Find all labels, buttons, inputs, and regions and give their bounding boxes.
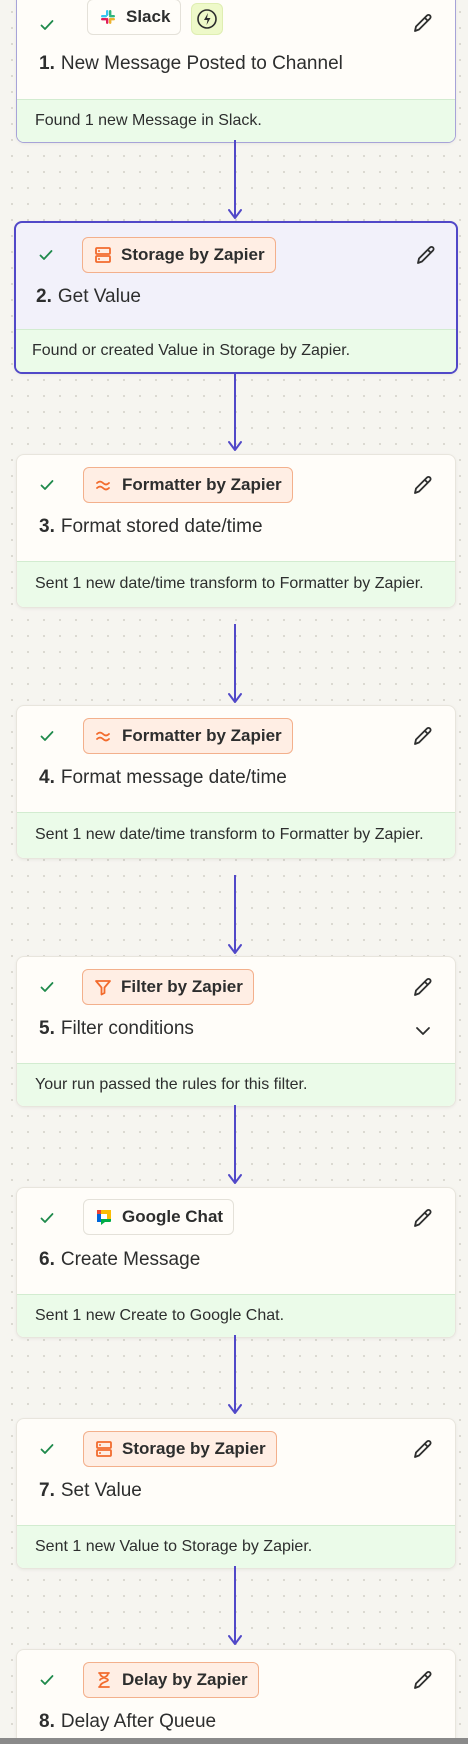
app-chip-google-chat[interactable]: Google Chat xyxy=(83,1199,235,1235)
hourglass-icon xyxy=(98,1672,110,1688)
edit-pencil-icon[interactable] xyxy=(411,1206,435,1230)
app-name: Storage by Zapier xyxy=(122,1439,266,1458)
app-chip-storage[interactable]: Storage by Zapier xyxy=(83,1431,277,1467)
check-icon xyxy=(40,731,54,741)
step-name: Filter conditions xyxy=(60,1018,194,1039)
slack-icon xyxy=(101,10,115,24)
edit-pencil-icon[interactable] xyxy=(411,975,435,999)
step-card-4[interactable]: Formatter by Zapier 4. Format message dat… xyxy=(16,705,456,859)
step-card-8[interactable]: Delay by Zapier 8. Delay After Queue xyxy=(16,1649,456,1744)
step-title: 5. Filter conditions xyxy=(39,1018,194,1040)
step-title: 6. Create Message xyxy=(39,1249,200,1271)
step-number: 5. xyxy=(39,1018,55,1039)
step-number: 2. xyxy=(36,286,52,307)
app-name: Formatter by Zapier xyxy=(122,475,282,494)
step-name: New Message Posted to Channel xyxy=(60,53,343,74)
app-name: Slack xyxy=(126,7,171,26)
step-title: 4. Format message date/time xyxy=(39,767,287,789)
app-chip-storage[interactable]: Storage by Zapier xyxy=(82,237,276,273)
step-name: Set Value xyxy=(60,1480,142,1501)
step-name: Format message date/time xyxy=(60,767,287,788)
step-title: 7. Set Value xyxy=(39,1480,142,1502)
step-status: Sent 1 new Value to Storage by Zapier. xyxy=(17,1525,455,1568)
step-status: Sent 1 new date/time transform to Format… xyxy=(17,812,455,858)
step-card-1[interactable]: Slack 1. New Message Posted to Channel Fo… xyxy=(16,0,456,143)
check-icon xyxy=(40,1675,54,1685)
step-number: 8. xyxy=(39,1711,55,1732)
check-icon xyxy=(40,480,54,490)
formatter-icon xyxy=(96,731,110,742)
trigger-badge xyxy=(191,3,223,35)
step-name: Format stored date/time xyxy=(60,516,263,537)
step-title: 3. Format stored date/time xyxy=(39,516,263,538)
connector-arrow xyxy=(228,140,242,220)
check-icon xyxy=(40,982,54,992)
app-name: Delay by Zapier xyxy=(122,1670,248,1689)
step-title: 1. New Message Posted to Channel xyxy=(39,53,343,75)
edit-pencil-icon[interactable] xyxy=(414,243,438,267)
step-number: 4. xyxy=(39,767,55,788)
step-status: Found 1 new Message in Slack. xyxy=(17,99,455,142)
check-icon xyxy=(40,1444,54,1454)
google-chat-icon xyxy=(97,1210,111,1225)
connector-arrow xyxy=(228,875,242,955)
check-icon xyxy=(40,1213,54,1223)
step-name: Delay After Queue xyxy=(60,1711,217,1732)
step-number: 7. xyxy=(39,1480,55,1501)
step-status: Sent 1 new date/time transform to Format… xyxy=(17,561,455,607)
step-card-3[interactable]: Formatter by Zapier 3. Format stored date… xyxy=(16,454,456,608)
connector-arrow xyxy=(228,372,242,452)
check-icon xyxy=(39,250,53,260)
app-name: Filter by Zapier xyxy=(121,977,243,996)
check-icon xyxy=(40,20,54,30)
app-chip-formatter[interactable]: Formatter by Zapier xyxy=(83,718,293,754)
storage-icon xyxy=(95,247,111,263)
app-chip-delay[interactable]: Delay by Zapier xyxy=(83,1662,259,1698)
storage-icon xyxy=(96,1441,112,1457)
step-name: Create Message xyxy=(60,1249,201,1270)
formatter-icon xyxy=(96,480,110,491)
step-card-6[interactable]: Google Chat 6. Create Message Sent 1 new … xyxy=(16,1187,456,1338)
app-chip-formatter[interactable]: Formatter by Zapier xyxy=(83,467,293,503)
filter-icon xyxy=(95,980,111,996)
edit-pencil-icon[interactable] xyxy=(411,1437,435,1461)
connector-arrow xyxy=(228,1335,242,1415)
connector-arrow xyxy=(228,1566,242,1646)
step-card-5[interactable]: Filter by Zapier 5. Filter conditions You… xyxy=(16,956,456,1107)
edit-pencil-icon[interactable] xyxy=(411,1668,435,1692)
step-card-7[interactable]: Storage by Zapier 7. Set Value Sent 1 new… xyxy=(16,1418,456,1569)
step-number: 1. xyxy=(39,53,55,74)
step-status: Sent 1 new Create to Google Chat. xyxy=(17,1294,455,1337)
step-title: 2. Get Value xyxy=(36,286,141,308)
connector-arrow xyxy=(228,624,242,704)
app-chip-filter[interactable]: Filter by Zapier xyxy=(82,969,254,1005)
edit-pencil-icon[interactable] xyxy=(411,11,435,35)
step-number: 3. xyxy=(39,516,55,537)
app-name: Storage by Zapier xyxy=(121,245,265,264)
edit-pencil-icon[interactable] xyxy=(411,724,435,748)
step-number: 6. xyxy=(39,1249,55,1270)
connector-arrow xyxy=(228,1105,242,1185)
step-title: 8. Delay After Queue xyxy=(39,1711,216,1733)
chevron-down-icon[interactable] xyxy=(413,1021,433,1041)
step-status: Found or created Value in Storage by Zap… xyxy=(16,329,456,372)
lightning-bolt-icon xyxy=(197,9,217,29)
app-name: Formatter by Zapier xyxy=(122,726,282,745)
app-chip-slack[interactable]: Slack xyxy=(87,0,182,35)
step-name: Get Value xyxy=(57,286,141,307)
step-status: Your run passed the rules for this filte… xyxy=(17,1063,455,1106)
app-name: Google Chat xyxy=(122,1207,224,1226)
step-card-2[interactable]: Storage by Zapier 2. Get Value Found or c… xyxy=(14,221,458,374)
window-bottom-edge xyxy=(0,1738,468,1744)
edit-pencil-icon[interactable] xyxy=(411,473,435,497)
